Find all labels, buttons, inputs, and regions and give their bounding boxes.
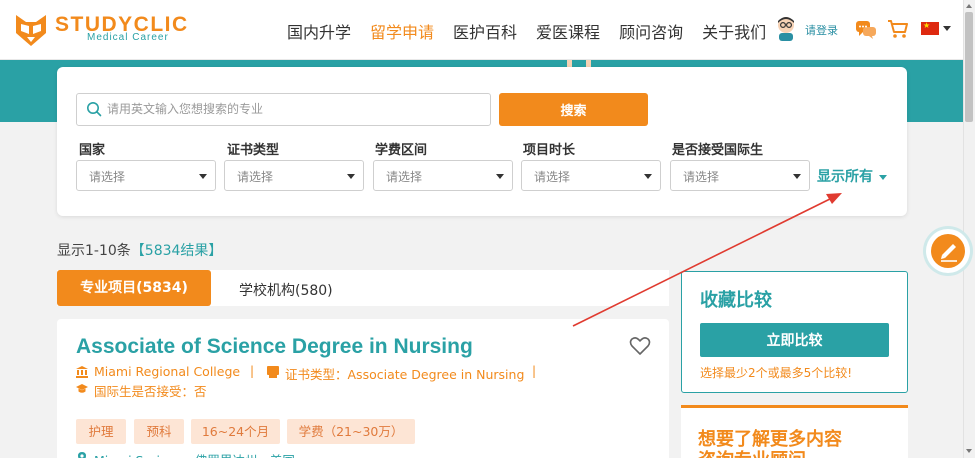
scrollbar-thumb[interactable]	[965, 12, 973, 122]
filter-label-certificate: 证书类型	[227, 143, 280, 158]
program-title-link[interactable]: Associate of Science Degree in Nursing	[76, 335, 473, 359]
results-count: 显示1-10条【5834结果】	[57, 240, 222, 260]
select-placeholder: 请选择	[534, 170, 571, 184]
chevron-down-icon	[199, 174, 207, 179]
search-icon	[87, 102, 102, 117]
meta-separator: |	[532, 364, 537, 378]
tab-schools[interactable]: 学校机构(580)	[239, 280, 333, 300]
compare-note: 选择最少2个或最多5个比较!	[700, 366, 853, 380]
language-caret-icon[interactable]	[943, 26, 951, 31]
chevron-down-icon	[793, 174, 801, 179]
nav-item-about[interactable]: 关于我们	[702, 19, 766, 43]
duration-select[interactable]: 请选择	[521, 160, 661, 191]
scroll-up-icon[interactable]	[966, 4, 972, 8]
pencil-icon[interactable]	[938, 240, 960, 262]
chevron-down-icon	[644, 174, 652, 179]
fox-logo-icon[interactable]	[12, 11, 50, 49]
tag-prep[interactable]: 预科	[134, 419, 184, 444]
tab-programs[interactable]: 专业项目(5834)	[57, 270, 211, 306]
results-total: 【5834结果】	[130, 243, 223, 259]
user-avatar-icon[interactable]	[774, 15, 798, 41]
login-link[interactable]: 请登录	[805, 22, 838, 38]
search-button[interactable]: 搜索	[499, 93, 648, 126]
search-input[interactable]	[107, 96, 483, 122]
main-nav: 国内升学 留学申请 医护百科 爱医课程 顾问咨询 关于我们	[287, 19, 785, 43]
nav-item-consulting[interactable]: 顾问咨询	[619, 19, 683, 43]
graduation-cap-icon	[76, 384, 88, 393]
country-select[interactable]: 请选择	[76, 160, 216, 191]
select-placeholder: 请选择	[237, 170, 274, 184]
filter-label-duration: 项目时长	[523, 143, 576, 158]
tuition-select[interactable]: 请选择	[373, 160, 513, 191]
cart-icon[interactable]	[887, 19, 909, 39]
heart-icon[interactable]	[629, 336, 651, 356]
location-pin-icon	[78, 452, 86, 458]
chevron-down-icon	[496, 174, 504, 179]
scroll-down-icon[interactable]	[966, 449, 972, 453]
select-placeholder: 请选择	[386, 170, 423, 184]
tag-duration[interactable]: 16~24个月	[191, 419, 280, 444]
certificate-type: 证书类型：Associate Degree in Nursing	[285, 367, 525, 382]
international-select[interactable]: 请选择	[670, 160, 810, 191]
nav-item-study-abroad[interactable]: 留学申请	[370, 19, 434, 43]
filter-label-international: 是否接受国际生	[672, 143, 764, 158]
compare-title: 收藏比较	[700, 290, 772, 311]
flag-star-icon: ★	[923, 21, 931, 30]
select-placeholder: 请选择	[683, 170, 720, 184]
search-panel	[57, 67, 907, 216]
compare-now-button[interactable]: 立即比较	[700, 323, 889, 357]
brand-subtitle: Medical Career	[87, 32, 169, 43]
nav-item-courses[interactable]: 爱医课程	[536, 19, 600, 43]
filter-label-country: 国家	[79, 143, 106, 158]
certificate-select[interactable]: 请选择	[224, 160, 364, 191]
results-range: 显示1-10条	[57, 243, 131, 259]
show-all-caret-icon[interactable]	[879, 175, 887, 180]
international-accepted: 国际生是否接受：否	[94, 384, 207, 399]
tag-tuition[interactable]: 学费（21~30万）	[287, 419, 415, 444]
consult-subtitle[interactable]: 咨询专业顾问	[698, 446, 806, 458]
institution-icon	[76, 366, 88, 378]
program-location: Miami Springs，佛罗里达州，美国	[94, 450, 295, 458]
nav-item-domestic[interactable]: 国内升学	[287, 19, 351, 43]
show-all-toggle[interactable]: 显示所有	[817, 166, 873, 186]
certificate-icon	[267, 366, 279, 378]
meta-separator: |	[250, 364, 255, 378]
filter-label-tuition: 学费区间	[375, 143, 428, 158]
select-placeholder: 请选择	[89, 170, 126, 184]
school-name-link[interactable]: Miami Regional College	[94, 364, 240, 379]
chevron-down-icon	[347, 174, 355, 179]
chat-icon[interactable]	[856, 21, 876, 39]
nav-item-encyclopedia[interactable]: 医护百科	[453, 19, 517, 43]
tag-nursing[interactable]: 护理	[76, 419, 126, 444]
